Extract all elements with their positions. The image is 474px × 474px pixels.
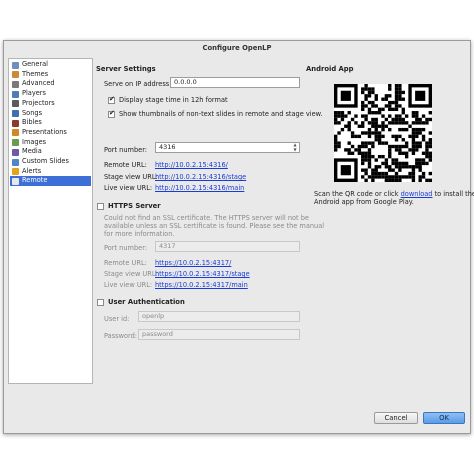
ssl-warning-line-1: Could not find an SSL certificate. The H… — [104, 214, 309, 222]
check-mark-icon: ✔ — [109, 109, 115, 117]
sidebar-item-label: Custom Slides — [22, 157, 69, 165]
alerts-icon — [12, 168, 19, 176]
players-icon — [12, 90, 19, 98]
sidebar-item-label: Remote — [22, 176, 48, 185]
presentations-icon — [12, 129, 19, 137]
password-input: password — [138, 329, 300, 340]
themes-icon — [12, 71, 19, 79]
ok-button[interactable]: OK — [423, 412, 465, 424]
user-auth-checkbox[interactable] — [97, 299, 104, 306]
https-port-label: Port number: — [104, 244, 148, 252]
sidebar-item-label: Themes — [22, 69, 49, 78]
display-12h-checkbox[interactable]: ✔ — [108, 95, 115, 104]
custom-slides-icon — [12, 158, 19, 166]
sidebar-item-custom-slides[interactable]: Custom Slides — [10, 157, 91, 167]
sidebar-item-players[interactable]: Players — [10, 89, 91, 99]
general-icon — [12, 61, 19, 69]
port-number-input[interactable]: 4316 ▲ ▼ — [155, 142, 300, 153]
configure-dialog: Configure OpenLP General Themes Advanced Pl… — [3, 40, 474, 434]
sidebar-item-songs[interactable]: Songs — [10, 109, 91, 119]
stage-url-label: Stage view URL: — [104, 173, 158, 181]
bibles-icon — [12, 119, 19, 127]
android-instructions-line-2: Android app from Google Play. — [314, 198, 414, 206]
https-stage-url-link[interactable]: https://10.0.2.15:4317/stage — [155, 270, 250, 278]
ip-address-input[interactable]: 0.0.0.0 — [170, 77, 300, 88]
advanced-icon — [12, 80, 19, 88]
https-remote-url-link[interactable]: https://10.0.2.15:4317/ — [155, 259, 231, 267]
sidebar-item-label: Players — [22, 89, 46, 98]
https-live-url-label: Live view URL: — [104, 281, 153, 289]
media-icon — [12, 148, 19, 156]
download-link[interactable]: download — [401, 190, 433, 198]
projector-icon — [12, 100, 19, 108]
sidebar-item-projectors[interactable]: Projectors — [10, 99, 91, 109]
android-instructions-line-1: Scan the QR code or click download to in… — [314, 190, 474, 198]
spinner-arrows-icon[interactable]: ▲ ▼ — [292, 142, 298, 152]
sidebar-item-label: Alerts — [22, 166, 42, 175]
port-number-value: 4316 — [159, 143, 176, 151]
check-mark-icon: ✔ — [109, 95, 115, 103]
sidebar-item-themes[interactable]: Themes — [10, 70, 91, 80]
show-thumbnails-checkbox[interactable]: ✔ — [108, 109, 115, 118]
https-server-title: HTTPS Server — [108, 202, 161, 210]
user-id-label: User id: — [104, 315, 130, 323]
https-stage-url-label: Stage view URL: — [104, 270, 158, 278]
stage-url-link[interactable]: http://10.0.2.15:4316/stage — [155, 173, 246, 181]
remote-url-link[interactable]: http://10.0.2.15:4316/ — [155, 161, 228, 169]
ssl-warning-line-3: for more information. — [104, 230, 175, 238]
sidebar-item-media[interactable]: Media — [10, 147, 91, 157]
sidebar-item-bibles[interactable]: Bibles — [10, 118, 91, 128]
remote-url-label: Remote URL: — [104, 161, 147, 169]
sidebar-item-advanced[interactable]: Advanced — [10, 79, 91, 89]
qr-code-icon — [334, 84, 432, 182]
sidebar-item-label: Media — [22, 147, 42, 156]
android-text-after: to install the — [432, 190, 474, 198]
ssl-warning-line-2: available unless an SSL certificate is f… — [104, 222, 325, 230]
https-remote-url-label: Remote URL: — [104, 259, 147, 267]
sidebar-item-label: Advanced — [22, 79, 55, 88]
ip-address-label: Serve on IP address: — [104, 80, 172, 88]
display-12h-label: Display stage time in 12h format — [119, 96, 228, 104]
https-port-input: 4317 — [155, 241, 300, 252]
images-icon — [12, 139, 19, 147]
android-app-title: Android App — [306, 65, 354, 73]
https-server-checkbox[interactable] — [97, 203, 104, 210]
sidebar-item-label: Projectors — [22, 98, 55, 107]
user-auth-title: User Authentication — [108, 298, 185, 306]
show-thumbnails-label: Show thumbnails of non-text slides in re… — [119, 110, 323, 118]
sidebar-item-label: General — [22, 60, 48, 68]
https-live-url-link[interactable]: https://10.0.2.15:4317/main — [155, 281, 248, 289]
settings-sidebar: General Themes Advanced Players Projectors So… — [8, 58, 93, 384]
live-url-link[interactable]: http://10.0.2.15:4316/main — [155, 184, 244, 192]
dialog-title: Configure OpenLP — [202, 44, 272, 52]
android-text-before: Scan the QR code or click — [314, 190, 401, 198]
sidebar-item-label: Bibles — [22, 118, 42, 127]
sidebar-item-label: Images — [22, 137, 47, 146]
server-settings-title: Server Settings — [96, 65, 156, 73]
sidebar-item-label: Songs — [22, 108, 43, 117]
remote-icon — [12, 177, 19, 185]
port-number-label: Port number: — [104, 146, 148, 154]
sidebar-item-general[interactable]: General — [10, 60, 91, 70]
sidebar-item-alerts[interactable]: Alerts — [10, 167, 91, 177]
cancel-button[interactable]: Cancel — [374, 412, 418, 424]
songs-icon — [12, 110, 19, 117]
sidebar-item-presentations[interactable]: Presentations — [10, 128, 91, 138]
sidebar-item-label: Presentations — [22, 127, 67, 136]
sidebar-item-remote[interactable]: Remote — [10, 176, 91, 186]
live-url-label: Live view URL: — [104, 184, 153, 192]
password-label: Password: — [104, 332, 138, 340]
sidebar-item-images[interactable]: Images — [10, 138, 91, 148]
user-id-input: openlp — [138, 311, 300, 322]
